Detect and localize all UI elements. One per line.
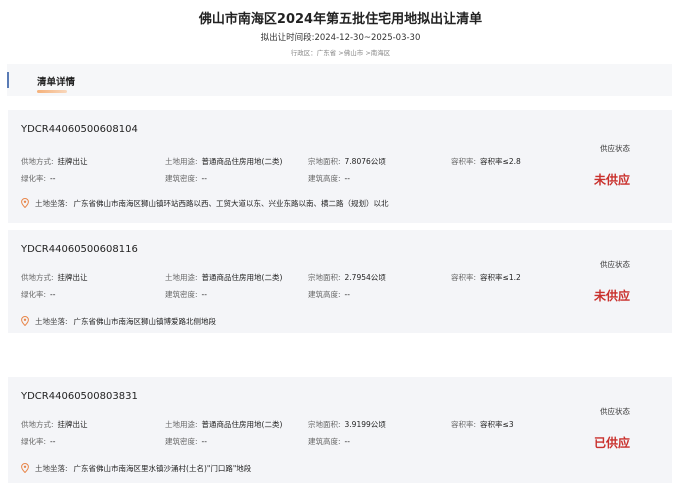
- density-field: 建筑密度: --: [165, 437, 207, 446]
- parcel-code: YDCR44060500608104: [21, 124, 138, 135]
- greening-field: 绿化率: --: [21, 437, 56, 446]
- parcel-card[interactable]: YDCR44060500608116 供地方式: 挂牌出让 土地用途: 普通商品住房…: [8, 230, 672, 333]
- plot-ratio-field: 容积率: 容积率≤2.8: [451, 157, 521, 166]
- plot-ratio-field: 容积率: 容积率≤1.2: [451, 273, 521, 282]
- location-pin-icon: [21, 197, 29, 210]
- supply-state-label: 供应状态: [600, 407, 630, 416]
- location-pin-icon: [21, 315, 29, 328]
- section-title-underline: [37, 90, 67, 93]
- location-row: 土地坐落: 广东省佛山市南海区狮山镇环站西路以西、工贸大道以东、兴业东路以南、横二…: [21, 197, 389, 210]
- parcel-code: YDCR44060500803831: [21, 391, 138, 402]
- supply-status: 未供应: [594, 173, 631, 187]
- height-field: 建筑高度: --: [308, 290, 350, 299]
- parcel-card[interactable]: YDCR44060500803831 供地方式: 挂牌出让 土地用途: 普通商品住房…: [8, 377, 672, 483]
- section-header: 清单详情: [7, 64, 672, 96]
- area-field: 宗地面积: 2.7954公顷: [308, 273, 386, 282]
- greening-field: 绿化率: --: [21, 290, 56, 299]
- land-use-field: 土地用途: 普通商品住房用地(二类): [165, 420, 283, 429]
- area-field: 宗地面积: 7.8076公顷: [308, 157, 386, 166]
- plot-ratio-field: 容积率: 容积率≤3: [451, 420, 514, 429]
- supply-state-label: 供应状态: [600, 260, 630, 269]
- location-value: 广东省佛山市南海区狮山镇博爱路北侧地段: [73, 317, 217, 326]
- parcel-code: YDCR44060500608116: [21, 244, 138, 255]
- page-title: 佛山市南海区2024年第五批住宅用地拟出让清单: [198, 12, 483, 27]
- parcel-card[interactable]: YDCR44060500608104 供地方式: 挂牌出让 土地用途: 普通商品住房…: [8, 110, 672, 223]
- location-value: 广东省佛山市南海区里水镇沙涌村(土名)"门口路"地段: [73, 464, 252, 473]
- location-row: 土地坐落: 广东省佛山市南海区狮山镇博爱路北侧地段: [21, 315, 217, 328]
- height-field: 建筑高度: --: [308, 174, 350, 183]
- greening-field: 绿化率: --: [21, 174, 56, 183]
- supply-status: 未供应: [594, 289, 631, 303]
- supply-method-field: 供地方式: 挂牌出让: [21, 157, 88, 166]
- region-breadcrumb: 行政区：广东省 >佛山市 >南海区: [290, 49, 391, 57]
- land-use-field: 土地用途: 普通商品住房用地(二类): [165, 157, 283, 166]
- supply-method-field: 供地方式: 挂牌出让: [21, 273, 88, 282]
- supply-method-field: 供地方式: 挂牌出让: [21, 420, 88, 429]
- density-field: 建筑密度: --: [165, 290, 207, 299]
- area-field: 宗地面积: 3.9199公顷: [308, 420, 386, 429]
- density-field: 建筑密度: --: [165, 174, 207, 183]
- height-field: 建筑高度: --: [308, 437, 350, 446]
- supply-state-label: 供应状态: [600, 144, 630, 153]
- supply-status: 已供应: [594, 436, 631, 450]
- location-value: 广东省佛山市南海区狮山镇环站西路以西、工贸大道以东、兴业东路以南、横二路（规划）…: [73, 199, 389, 208]
- land-use-field: 土地用途: 普通商品住房用地(二类): [165, 273, 283, 282]
- section-title: 清单详情: [37, 77, 76, 88]
- offer-period: 拟出让时间段:2024-12-30~2025-03-30: [260, 33, 421, 43]
- location-pin-icon: [21, 462, 29, 475]
- location-row: 土地坐落: 广东省佛山市南海区里水镇沙涌村(土名)"门口路"地段: [21, 462, 252, 475]
- section-accent-bar: [7, 72, 9, 88]
